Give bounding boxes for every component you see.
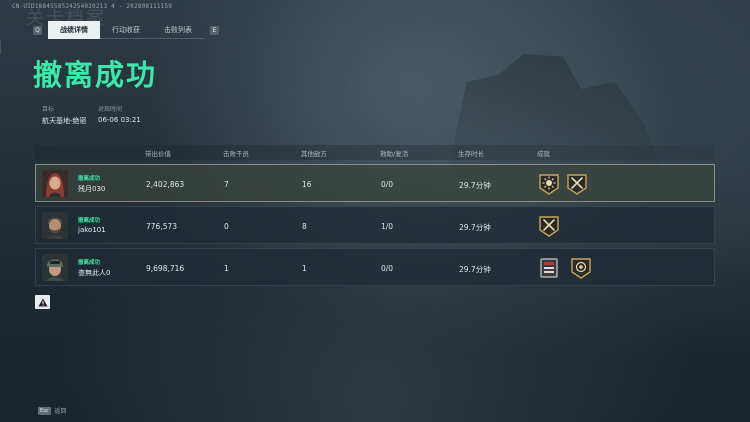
result-title: 撤离成功 <box>33 58 158 92</box>
header-kills: 击败干员 <box>223 149 249 158</box>
header-survival-time: 生存时长 <box>458 149 484 158</box>
tab-battle-details[interactable]: 战绩详情 <box>48 21 100 39</box>
crossed-weapons-badge-icon[interactable] <box>538 215 560 237</box>
warning-icon <box>37 298 48 306</box>
header-value: 带出价值 <box>145 149 171 158</box>
assist-cell: 0/0 <box>381 180 394 189</box>
survival-time-cell: 29.7分钟 <box>459 223 491 232</box>
tabs: 战绩详情 行动收获 击败列表 <box>48 21 204 39</box>
safe-box-icon[interactable] <box>538 257 560 279</box>
assist-cell: 1/0 <box>381 222 394 231</box>
tab-action-loot[interactable]: 行动收获 <box>100 21 152 39</box>
target-label: 目标 <box>42 106 55 113</box>
other-enemies-cell: 8 <box>302 222 307 231</box>
table-row[interactable]: 撤离成功 残月030 2,402,863 7 16 0/0 29.7分钟 <box>35 164 715 202</box>
time-info: 对局时间 06-06 03:21 <box>98 104 141 124</box>
survival-time-cell: 29.7分钟 <box>459 265 491 274</box>
next-tab-key[interactable]: E <box>210 25 219 35</box>
header-assist: 救助/复活 <box>380 149 409 158</box>
player-name: 残月030 <box>78 185 106 193</box>
player-status: 撤离成功 <box>78 218 101 224</box>
side-decoration <box>0 40 6 54</box>
sunburst-badge-icon[interactable] <box>538 173 560 195</box>
avatar <box>42 170 68 197</box>
survival-time-cell: 29.7分钟 <box>459 181 491 190</box>
other-enemies-cell: 16 <box>302 180 312 189</box>
report-button[interactable] <box>35 295 50 309</box>
value-cell: 2,402,863 <box>146 180 185 189</box>
avatar <box>42 254 68 281</box>
player-status: 撤离成功 <box>78 176 101 182</box>
assist-cell: 0/0 <box>381 264 394 273</box>
shield-star-badge-icon[interactable] <box>570 257 592 279</box>
player-name: jako101 <box>78 226 106 234</box>
back-label: 返回 <box>54 408 67 415</box>
time-value: 06-06 03:21 <box>98 116 141 124</box>
table-row[interactable]: 撤离成功 查無此人0 9,698,716 1 1 0/0 29.7分钟 <box>35 248 715 286</box>
esc-key[interactable]: Esc <box>38 406 51 415</box>
crossed-weapons-badge-icon[interactable] <box>566 173 588 195</box>
tab-bar: Q 战绩详情 行动收获 击败列表 E <box>33 21 219 39</box>
value-cell: 9,698,716 <box>146 264 185 273</box>
kills-cell: 1 <box>224 264 229 273</box>
header-other-enemies: 其他敌方 <box>301 149 327 158</box>
kills-cell: 7 <box>224 180 229 189</box>
prev-tab-key[interactable]: Q <box>33 25 42 35</box>
other-enemies-cell: 1 <box>302 264 307 273</box>
kills-cell: 0 <box>224 222 229 231</box>
table-header: 带出价值 击败干员 其他敌方 救助/复活 生存时长 成就 <box>35 145 715 160</box>
table-row[interactable]: 撤离成功 jako101 776,573 0 8 1/0 29.7分钟 <box>35 206 715 244</box>
scoreboard-table: 带出价值 击败干员 其他敌方 救助/复活 生存时长 成就 撤离成功 残月030 … <box>35 145 715 286</box>
avatar <box>42 212 68 239</box>
tab-kill-list[interactable]: 击败列表 <box>152 21 204 39</box>
target-info: 目标 航天基地-绝密 <box>42 104 87 126</box>
target-value: 航天基地-绝密 <box>42 117 87 125</box>
time-label: 对局时间 <box>98 106 123 113</box>
header-achievements: 成就 <box>537 149 550 158</box>
player-name: 查無此人0 <box>78 269 111 277</box>
value-cell: 776,573 <box>146 222 178 231</box>
player-status: 撤离成功 <box>78 260 101 266</box>
back-hint[interactable]: Esc 返回 <box>38 406 67 415</box>
